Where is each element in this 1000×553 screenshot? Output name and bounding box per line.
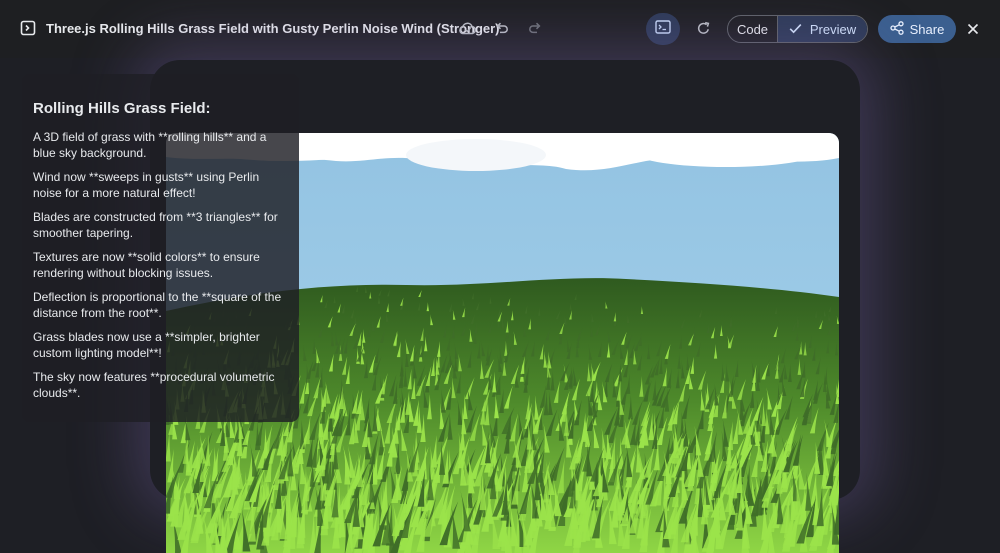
cloud-save-icon[interactable] [457,17,479,39]
code-tab[interactable]: Code [728,16,778,42]
panel-paragraph: Grass blades now use a **simpler, bright… [33,330,260,360]
refresh-icon[interactable] [692,17,714,39]
undo-icon[interactable] [491,17,513,39]
check-icon [789,22,802,37]
page-title: Three.js Rolling Hills Grass Field with … [46,21,500,36]
preview-tab[interactable]: Preview [778,16,867,42]
share-label: Share [909,21,945,37]
close-icon[interactable] [962,18,984,40]
panel-paragraph: Wind now **sweeps in gusts** using Perli… [33,170,260,200]
panel-paragraph: The sky now features **procedural volume… [33,370,275,400]
panel-paragraph: A 3D field of grass with **rolling hills… [33,130,267,160]
view-toggle: Code Preview [727,15,868,43]
panel-paragraph: Textures are now **solid colors** to ens… [33,250,260,280]
share-button[interactable]: Share [878,15,956,43]
share-icon [889,20,904,38]
terminal-icon [655,19,671,39]
preview-tab-label: Preview [809,21,857,37]
code-window-icon [20,20,36,36]
info-panel: Rolling Hills Grass Field: A 3D field of… [22,74,299,422]
terminal-button[interactable] [646,13,680,45]
redo-icon[interactable] [524,17,546,39]
top-bar: Three.js Rolling Hills Grass Field with … [0,0,1000,58]
panel-paragraph: Deflection is proportional to the **squa… [33,290,282,320]
panel-paragraph: Blades are constructed from **3 triangle… [33,210,278,240]
panel-heading: Rolling Hills Grass Field: [33,100,211,117]
